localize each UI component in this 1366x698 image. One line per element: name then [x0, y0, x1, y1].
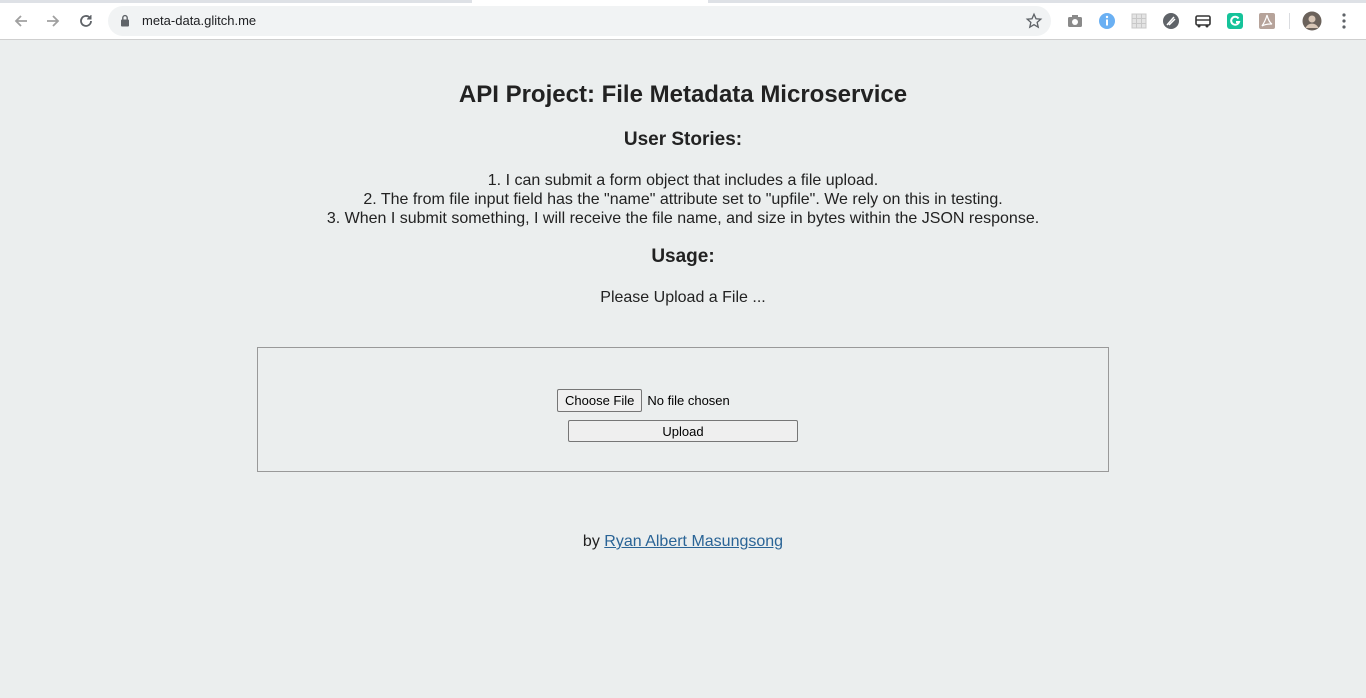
bus-icon[interactable] — [1193, 11, 1213, 31]
address-bar[interactable]: meta-data.glitch.me — [108, 6, 1051, 36]
byline: by Ryan Albert Masungsong — [0, 532, 1366, 551]
grammarly-icon[interactable] — [1225, 11, 1245, 31]
choose-file-button[interactable]: Choose File — [557, 388, 643, 412]
vertical-dots-icon[interactable] — [1334, 11, 1354, 31]
grid-icon[interactable] — [1129, 11, 1149, 31]
forward-button[interactable] — [38, 6, 68, 36]
usage-heading: Usage: — [651, 246, 715, 267]
byline-prefix: by — [582, 533, 600, 550]
reload-icon — [80, 15, 92, 27]
lock-icon — [120, 14, 130, 32]
user-story-1: 1. I can submit a form object that inclu… — [487, 172, 879, 189]
file-input[interactable]: Choose File No file chosen — [557, 388, 730, 412]
arrow-left-icon — [14, 15, 27, 27]
toolbar-separator — [1289, 13, 1290, 29]
user-stories-heading: User Stories: — [623, 129, 743, 150]
rocket-icon[interactable] — [1161, 11, 1181, 31]
star-icon[interactable] — [1025, 12, 1043, 35]
page-title: API Project: File Metadata Microservice — [458, 81, 908, 108]
user-story-2: 2. The from file input field has the "na… — [363, 191, 1003, 208]
upload-form: Choose File No file chosen Upload — [257, 347, 1109, 472]
arrow-right-icon — [47, 15, 60, 27]
url-text: meta-data.glitch.me — [142, 13, 257, 28]
back-button[interactable] — [6, 6, 36, 36]
file-status-text: No file chosen — [647, 392, 730, 408]
upload-prompt: Please Upload a File ... — [600, 289, 766, 306]
pdf-icon[interactable] — [1257, 11, 1277, 31]
camera-icon[interactable] — [1065, 11, 1085, 31]
reload-button[interactable] — [71, 6, 101, 36]
browser-toolbar: meta-data.glitch.me — [0, 3, 1366, 40]
upload-button[interactable]: Upload — [568, 420, 798, 442]
user-story-3: 3. When I submit something, I will recei… — [326, 210, 1040, 227]
profile-avatar[interactable] — [1302, 11, 1322, 31]
author-link[interactable]: Ryan Albert Masungsong — [604, 533, 783, 550]
page-content: API Project: File Metadata Microservice … — [0, 40, 1366, 698]
info-icon[interactable] — [1097, 11, 1117, 31]
